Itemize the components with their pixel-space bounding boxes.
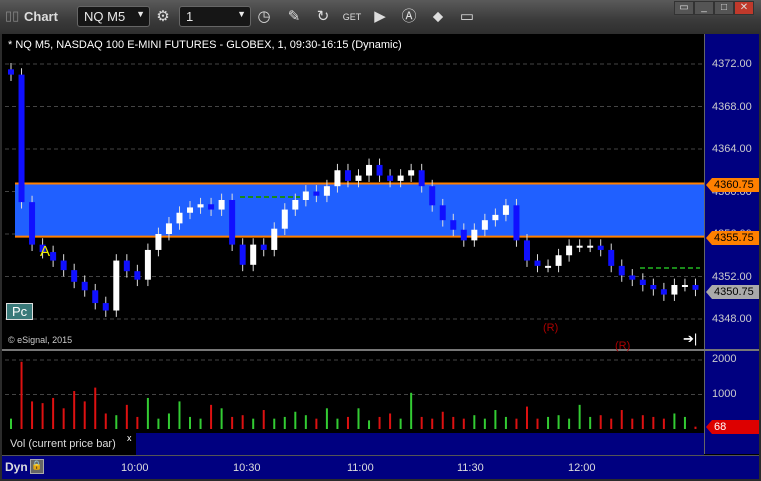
candle	[471, 229, 478, 241]
candle	[397, 175, 404, 181]
volume-label: Vol (current price bar)	[2, 433, 136, 455]
volume-tick: 2000	[712, 353, 737, 365]
candle	[144, 249, 151, 280]
candle	[187, 207, 194, 213]
candle	[92, 290, 99, 304]
candle	[429, 186, 436, 206]
price-tick: 4368.00	[712, 101, 752, 113]
candle	[334, 170, 341, 187]
candle	[418, 170, 425, 187]
candle	[18, 74, 25, 203]
candle	[502, 205, 509, 215]
candle	[102, 303, 109, 311]
candle	[71, 270, 78, 282]
candle	[208, 204, 215, 210]
pc-button[interactable]: Pc	[6, 303, 34, 320]
candle	[81, 281, 88, 291]
candle	[660, 289, 667, 295]
close-study-icon[interactable]: x	[127, 433, 132, 443]
candle	[650, 285, 657, 290]
marker-a: A	[40, 243, 51, 260]
candle	[250, 244, 257, 265]
candle	[292, 200, 299, 210]
candle	[513, 205, 520, 241]
candle	[271, 228, 278, 250]
candle	[29, 202, 36, 245]
candle	[692, 285, 699, 290]
candle	[439, 205, 446, 221]
candle	[313, 191, 320, 196]
candle	[302, 191, 309, 200]
copyright: © eSignal, 2015	[8, 335, 73, 345]
candle	[229, 200, 236, 245]
candle	[597, 245, 604, 250]
time-axis[interactable]: Dyn 🔒 10:00 10:30 11:00 11:30 12:00	[2, 455, 759, 479]
candle	[618, 265, 625, 276]
candle	[555, 255, 562, 266]
candle	[587, 245, 594, 248]
price-tick: 4348.00	[712, 313, 752, 325]
candle	[460, 229, 467, 241]
price-tick: 4372.00	[712, 58, 752, 70]
candle	[344, 170, 351, 181]
dyn-mode[interactable]: Dyn	[5, 460, 28, 474]
candle	[523, 240, 530, 261]
r-label: (R)	[543, 322, 559, 334]
candle	[576, 245, 583, 248]
candle	[8, 69, 14, 75]
candle	[639, 279, 646, 285]
r-label: (R)	[615, 340, 631, 352]
candle	[113, 260, 120, 311]
candle	[492, 214, 499, 221]
candle	[323, 186, 330, 196]
time-tick: 11:00	[347, 462, 374, 474]
price-tick: 4364.00	[712, 143, 752, 155]
price-band	[15, 183, 704, 237]
candle	[408, 170, 415, 176]
candle	[218, 200, 225, 210]
candle	[534, 260, 541, 266]
candle	[165, 223, 172, 234]
candle	[387, 175, 394, 181]
candle	[239, 244, 246, 265]
candle	[481, 220, 488, 230]
candle	[629, 275, 636, 280]
time-tick: 10:00	[121, 462, 149, 474]
time-tick: 10:30	[233, 462, 261, 474]
volume-label-bar: Vol (current price bar) x	[2, 433, 704, 455]
chart-header: * NQ M5, NASDAQ 100 E-MINI FUTURES - GLO…	[8, 39, 402, 51]
candle	[566, 245, 573, 256]
candle	[60, 260, 67, 271]
candle	[197, 204, 204, 208]
time-tick: 12:00	[568, 462, 596, 474]
lock-icon[interactable]: 🔒	[30, 459, 44, 474]
candle	[155, 234, 162, 250]
scroll-to-end-icon[interactable]: ➔|	[683, 331, 697, 347]
candle	[260, 244, 267, 250]
upper-level-tag: 4360.75	[706, 178, 759, 192]
candle	[134, 271, 141, 280]
candle	[450, 220, 457, 230]
candle	[608, 249, 615, 266]
lower-level-tag: 4355.75	[706, 231, 759, 245]
candle	[671, 285, 678, 295]
candle	[376, 164, 383, 176]
candle	[355, 175, 362, 181]
candle	[281, 209, 288, 229]
candle	[123, 260, 130, 272]
candle	[176, 212, 183, 224]
price-tick: 4352.00	[712, 271, 752, 283]
candle	[50, 252, 57, 261]
last-price-tag: 4350.75	[706, 285, 759, 299]
time-tick: 11:30	[457, 462, 484, 474]
candle	[681, 285, 688, 287]
volume-tick: 1000	[712, 388, 737, 400]
candle	[545, 265, 552, 268]
candle	[366, 164, 373, 176]
last-volume-tag: 68	[706, 420, 759, 434]
price-chart	[2, 62, 759, 429]
